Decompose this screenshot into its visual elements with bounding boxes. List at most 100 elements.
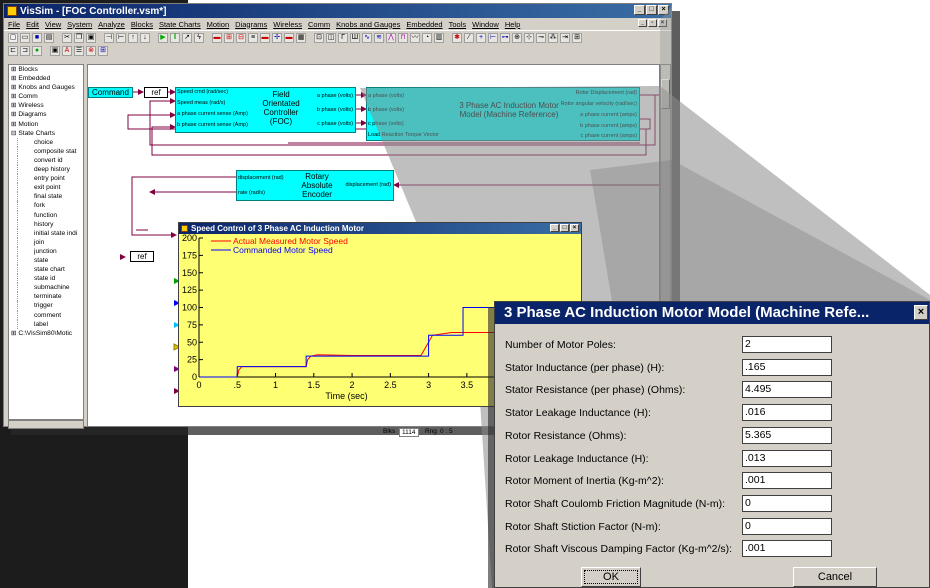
go-icon[interactable]: ● (32, 46, 42, 56)
diagonal-icon[interactable]: ⁄ (464, 32, 474, 43)
cut-icon[interactable]: ✂ (62, 32, 72, 43)
tree-item[interactable]: choice (17, 137, 83, 147)
param-value-field[interactable]: .165 (742, 358, 832, 376)
grid-icon[interactable]: ⊞ (572, 32, 582, 43)
menu-item-view[interactable]: View (45, 20, 61, 29)
scope-tool-icon[interactable]: ◫ (326, 32, 336, 43)
menu-item-tools[interactable]: Tools (449, 20, 467, 29)
connect-icon[interactable]: ⊢ (488, 32, 498, 43)
block-tool-2-icon[interactable]: ⊞ (224, 32, 234, 43)
print-icon[interactable]: ▤ (44, 32, 54, 43)
tree-item[interactable]: history (17, 219, 83, 229)
sine-icon[interactable]: ∿ (362, 32, 372, 43)
run-simulation-icon[interactable]: ▶ (158, 32, 168, 43)
tree-item[interactable]: function (17, 210, 83, 220)
list-icon[interactable]: ☰ (74, 46, 84, 56)
param-value-field[interactable]: 0 (742, 517, 832, 535)
close-button[interactable]: × (658, 5, 669, 15)
block-tool-8-icon[interactable]: ▦ (296, 32, 306, 43)
mdi-restore-button[interactable]: ▫ (648, 19, 657, 27)
plus-icon[interactable]: + (476, 32, 486, 43)
tree-item[interactable]: deep history (17, 165, 83, 175)
paste-icon[interactable]: ▣ (86, 32, 96, 43)
copy-block-icon[interactable]: ⊏ (8, 46, 18, 56)
param-value-field[interactable]: .016 (742, 404, 832, 422)
main-title-bar[interactable]: VisSim - [FOC Controller.vsm*] (4, 4, 671, 18)
tree-item[interactable]: entry point (17, 174, 83, 184)
scrollbar-thumb[interactable] (661, 79, 670, 109)
split-icon[interactable]: ⊹ (524, 32, 534, 43)
pause-icon[interactable]: ‖ (170, 32, 180, 43)
block-tool-6-icon[interactable]: ✢ (272, 32, 282, 43)
tree-item[interactable]: convert id (17, 155, 83, 166)
frame-icon[interactable]: ▣ (50, 46, 60, 56)
menu-item-embedded[interactable]: Embedded (406, 20, 442, 29)
tree-item[interactable]: ⊞ Motion (9, 120, 83, 129)
menu-item-motion[interactable]: Motion (207, 20, 230, 29)
wave-icon[interactable]: 〰 (410, 32, 420, 43)
block-tool-4-icon[interactable]: ≡ (248, 32, 258, 43)
plot-minimize-button[interactable]: _ (550, 224, 559, 232)
tree-item[interactable]: comment (17, 310, 83, 320)
menu-item-state-charts[interactable]: State Charts (159, 20, 201, 29)
menu-item-comm[interactable]: Comm (308, 20, 330, 29)
block-tool-3-icon[interactable]: ⊟ (236, 32, 246, 43)
plot-tool-icon[interactable]: ⊡ (314, 32, 324, 43)
copy-icon[interactable]: ❐ (74, 32, 84, 43)
save-icon[interactable]: ■ (32, 32, 42, 43)
param-value-field[interactable]: 2 (742, 336, 832, 353)
param-value-field[interactable]: 0 (742, 494, 832, 512)
command-block[interactable]: Command (88, 87, 133, 98)
menu-item-blocks[interactable]: Blocks (131, 20, 153, 29)
block-tool-1-icon[interactable]: ▬ (212, 32, 222, 43)
menu-item-window[interactable]: Window (472, 20, 499, 29)
mdi-close-button[interactable]: × (658, 19, 667, 27)
tree-item[interactable]: ⊞ Blocks (9, 65, 83, 74)
step-icon[interactable]: ↗ (182, 32, 192, 43)
zoom-icon[interactable]: ⊕ (512, 32, 522, 43)
tree-item[interactable]: submachine (17, 283, 83, 293)
star-icon[interactable]: ✱ (452, 32, 462, 43)
align-right-icon[interactable]: ⊢ (116, 32, 126, 43)
tree-item[interactable]: terminate (17, 292, 83, 302)
encoder-block[interactable]: displacement (rad) rate (rad/s) Rotary A… (236, 170, 394, 201)
align-left-icon[interactable]: ⊣ (104, 32, 114, 43)
dialog-title[interactable]: 3 Phase AC Induction Motor Model (Machin… (495, 302, 929, 324)
menu-item-knobs-and-gauges[interactable]: Knobs and Gauges (336, 20, 400, 29)
foc-block[interactable]: Speed cmd (rad/sec) Speed meas (rad/s) a… (175, 87, 356, 133)
signal-icon[interactable]: ≋ (374, 32, 384, 43)
stop-icon[interactable]: ⊗ (86, 46, 96, 56)
tree-item[interactable]: label (17, 319, 83, 329)
tree-item[interactable]: state (17, 255, 83, 266)
tree-item[interactable]: trigger (17, 301, 83, 311)
block-tool-5-icon[interactable]: ▬ (260, 32, 270, 43)
plot-close-button[interactable]: × (570, 224, 579, 232)
export-icon[interactable]: ⇥ (560, 32, 570, 43)
menu-item-edit[interactable]: Edit (26, 20, 39, 29)
tree-item[interactable]: ⊞ Knobs and Gauges (9, 83, 83, 92)
tree-item[interactable]: join (17, 237, 83, 247)
annotation-icon[interactable]: A (62, 46, 72, 56)
tree-item[interactable]: ⊞ Wireless (9, 101, 83, 110)
tree-item[interactable]: initial state indi (17, 228, 83, 238)
minimize-button[interactable]: _ (634, 5, 645, 15)
step-fn-icon[interactable]: Γ (338, 32, 348, 43)
param-value-field[interactable]: 5.365 (742, 426, 832, 444)
param-value-field[interactable]: 4.495 (742, 381, 832, 399)
tree-item[interactable]: ⊞ Diagrams (9, 110, 83, 119)
new-file-icon[interactable]: ▢ (8, 32, 18, 43)
block-tool-7-icon[interactable]: ▬ (284, 32, 294, 43)
ref-block[interactable]: ref (144, 87, 168, 98)
plot-title-bar[interactable]: Speed Control of 3 Phase AC Induction Mo… (179, 223, 581, 234)
menu-item-file[interactable]: File (8, 20, 20, 29)
plot-maximize-button[interactable]: □ (560, 224, 569, 232)
param-value-field[interactable]: .001 (742, 472, 832, 490)
compound-icon[interactable]: ⊐ (20, 46, 30, 56)
menu-item-system[interactable]: System (67, 20, 92, 29)
maximize-button[interactable]: □ (646, 5, 657, 15)
tree-item[interactable]: ⊞ Embedded (9, 74, 83, 83)
scatter-icon[interactable]: ⁂ (548, 32, 558, 43)
ramp-icon[interactable]: Ш (350, 32, 360, 43)
dialog-close-button[interactable]: × (914, 305, 928, 320)
ok-button[interactable]: OK (581, 567, 641, 587)
